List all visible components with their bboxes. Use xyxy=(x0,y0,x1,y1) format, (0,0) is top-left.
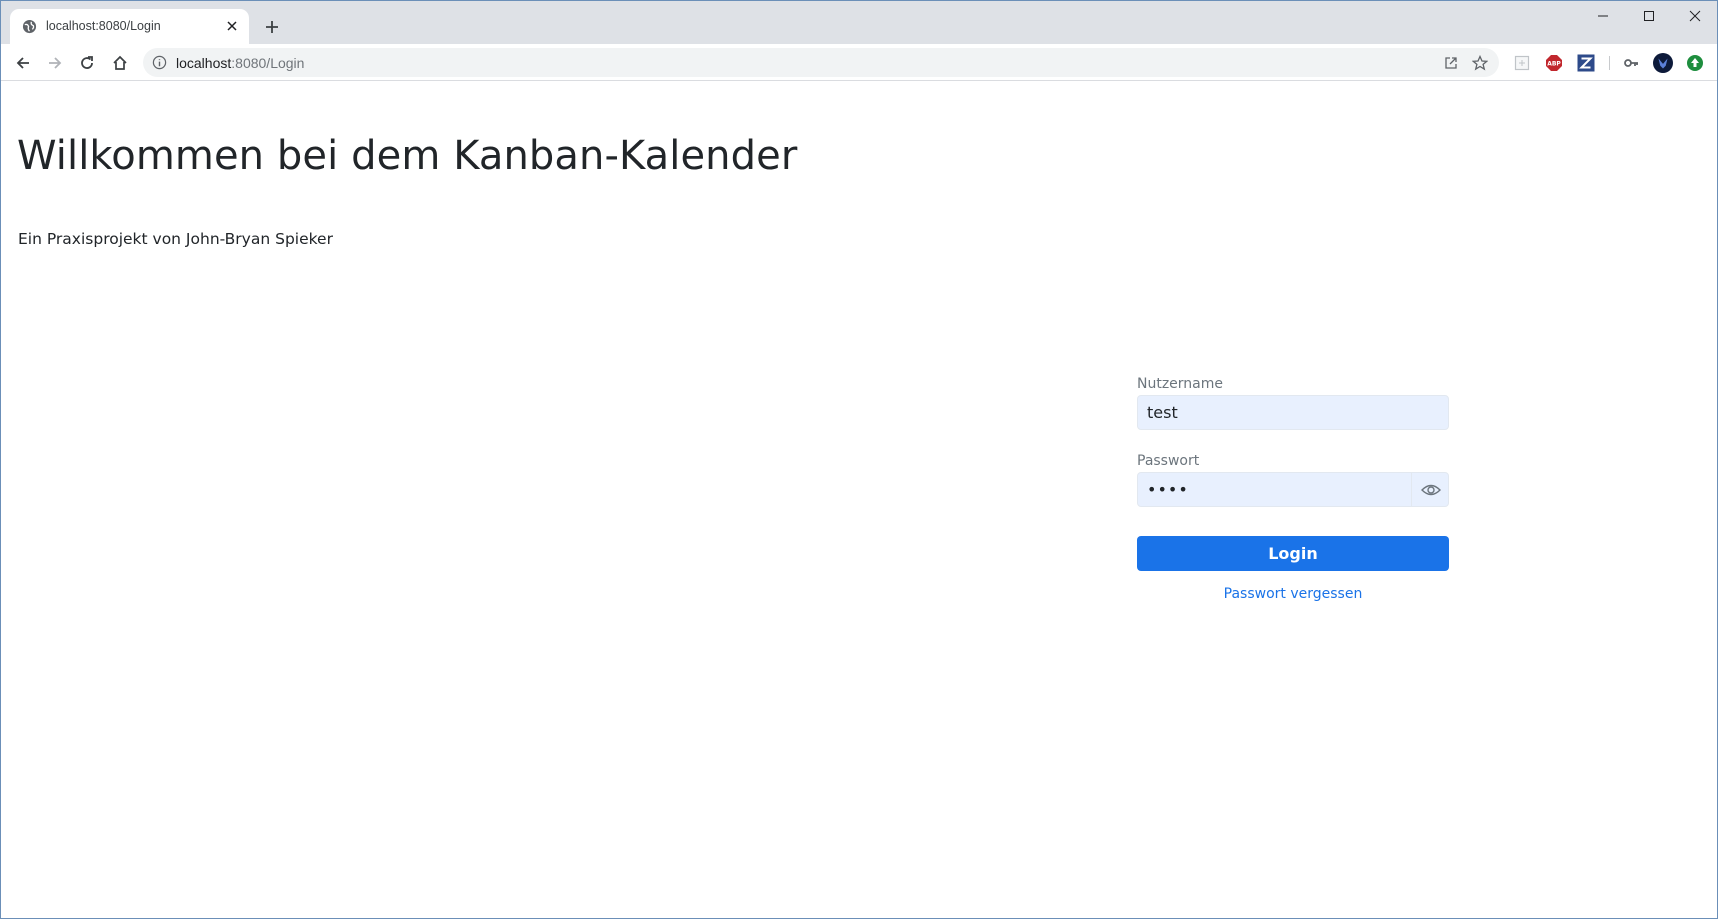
tab-title: localhost:8080/Login xyxy=(46,19,161,33)
open-external-icon[interactable] xyxy=(1441,53,1461,73)
update-icon[interactable] xyxy=(1685,53,1705,73)
adblock-icon[interactable]: ABP xyxy=(1544,53,1564,73)
page-subtitle: Ein Praxisprojekt von John-Bryan Spieker xyxy=(18,230,333,248)
bookmark-star-icon[interactable] xyxy=(1470,53,1490,73)
forgot-password-link[interactable]: Passwort vergessen xyxy=(1137,586,1449,602)
password-label: Passwort xyxy=(1137,453,1200,469)
key-icon[interactable] xyxy=(1621,53,1641,73)
url-text: localhost:8080/Login xyxy=(176,55,304,71)
reload-icon[interactable] xyxy=(74,50,100,76)
username-label: Nutzername xyxy=(1137,376,1224,392)
close-tab-icon[interactable] xyxy=(223,17,241,35)
page-title: Willkommen bei dem Kanban-Kalender xyxy=(17,133,798,179)
password-field xyxy=(1137,472,1449,507)
login-button[interactable]: Login xyxy=(1137,536,1449,571)
tab-strip: localhost:8080/Login xyxy=(1,1,1717,44)
close-window-icon[interactable] xyxy=(1672,1,1717,31)
minimize-icon[interactable] xyxy=(1580,1,1626,31)
profile-avatar-icon[interactable] xyxy=(1653,53,1673,73)
url-host: localhost xyxy=(176,55,232,71)
extension-placeholder-icon[interactable] xyxy=(1512,53,1532,73)
home-icon[interactable] xyxy=(107,50,133,76)
browser-window: localhost:8080/Login localhost:8080/Logi… xyxy=(0,0,1718,919)
new-tab-icon[interactable] xyxy=(261,16,283,38)
toolbar-separator xyxy=(1609,56,1610,70)
browser-toolbar: localhost:8080/Login ABP xyxy=(1,44,1717,81)
browser-tab[interactable]: localhost:8080/Login xyxy=(10,9,249,44)
show-password-eye-icon[interactable] xyxy=(1411,472,1449,507)
password-input[interactable] xyxy=(1137,472,1449,507)
username-input[interactable] xyxy=(1137,395,1449,430)
url-path: :8080/Login xyxy=(231,55,305,71)
globe-icon xyxy=(22,19,37,34)
maximize-icon[interactable] xyxy=(1626,1,1672,31)
forward-icon[interactable] xyxy=(42,50,68,76)
svg-text:ABP: ABP xyxy=(1547,61,1561,68)
site-info-icon[interactable] xyxy=(152,55,167,70)
page-content: Willkommen bei dem Kanban-Kalender Ein P… xyxy=(1,82,1717,918)
zotero-icon[interactable] xyxy=(1576,53,1596,73)
address-bar[interactable]: localhost:8080/Login xyxy=(143,48,1499,77)
back-icon[interactable] xyxy=(10,50,36,76)
